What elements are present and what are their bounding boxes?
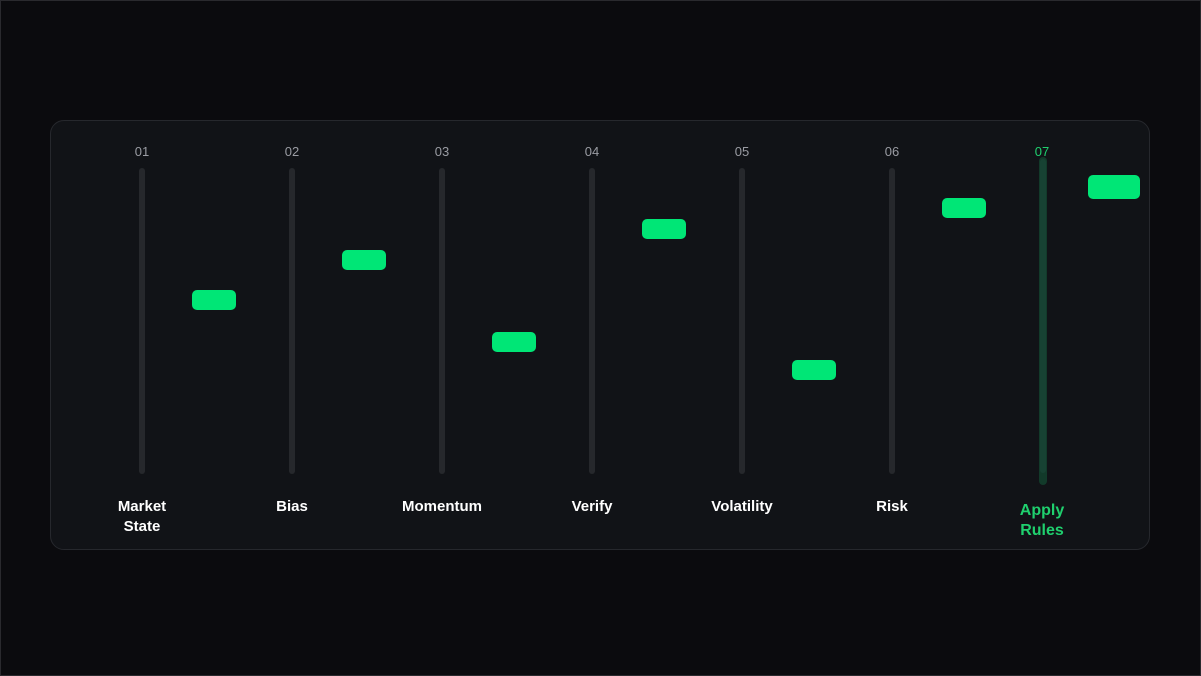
slider-label: Market State (67, 497, 217, 537)
slider-track[interactable] (139, 168, 236, 474)
slider-label: Verify (517, 497, 667, 517)
slider-number: 03 (434, 144, 450, 159)
slider-label-line: Verify (571, 498, 613, 515)
slider-label-line: State (123, 518, 161, 535)
slider-label-line: Risk (876, 498, 908, 515)
slider-group-verify: 04 Verify (517, 121, 686, 549)
slider-label: Volatility (667, 497, 817, 517)
slider-number: 05 (734, 144, 750, 159)
slider-label-line: Momentum (402, 498, 482, 515)
slider-number: 02 (284, 144, 300, 159)
slider-label-line: Bias (276, 498, 308, 515)
slider-label: Momentum (367, 497, 517, 517)
slider-group-risk: 06 Risk (817, 121, 986, 549)
slider-group-volatility: 05 Volatility (667, 121, 836, 549)
slider-group-bias: 02 Bias (217, 121, 386, 549)
slider-group-apply-rules: 07 Apply Rules (967, 121, 1140, 549)
slider-group-momentum: 03 Momentum (367, 121, 536, 549)
slider-label-line: Apply (1019, 502, 1065, 519)
slider-label-line: Volatility (711, 498, 773, 515)
slider-number: 04 (584, 144, 600, 159)
slider-track[interactable] (739, 168, 836, 474)
slider-number: 06 (884, 144, 900, 159)
slider-label: Apply Rules (967, 501, 1117, 541)
slider-track[interactable] (889, 168, 986, 474)
slider-thumb[interactable] (1088, 174, 1140, 199)
slider-label: Risk (817, 497, 967, 517)
slider-track[interactable] (1039, 157, 1140, 485)
slider-panel: 01 Market State 02 Bias 03 Momentum 04 V… (50, 120, 1150, 550)
slider-label-line: Rules (1020, 522, 1064, 539)
slider-group-market-state: 01 Market State (67, 121, 236, 549)
slider-track[interactable] (439, 168, 536, 474)
slider-track[interactable] (289, 168, 386, 474)
slider-number: 01 (134, 144, 150, 159)
slider-label-line: Market (117, 498, 167, 515)
slider-track[interactable] (589, 168, 686, 474)
slider-label: Bias (217, 497, 367, 517)
